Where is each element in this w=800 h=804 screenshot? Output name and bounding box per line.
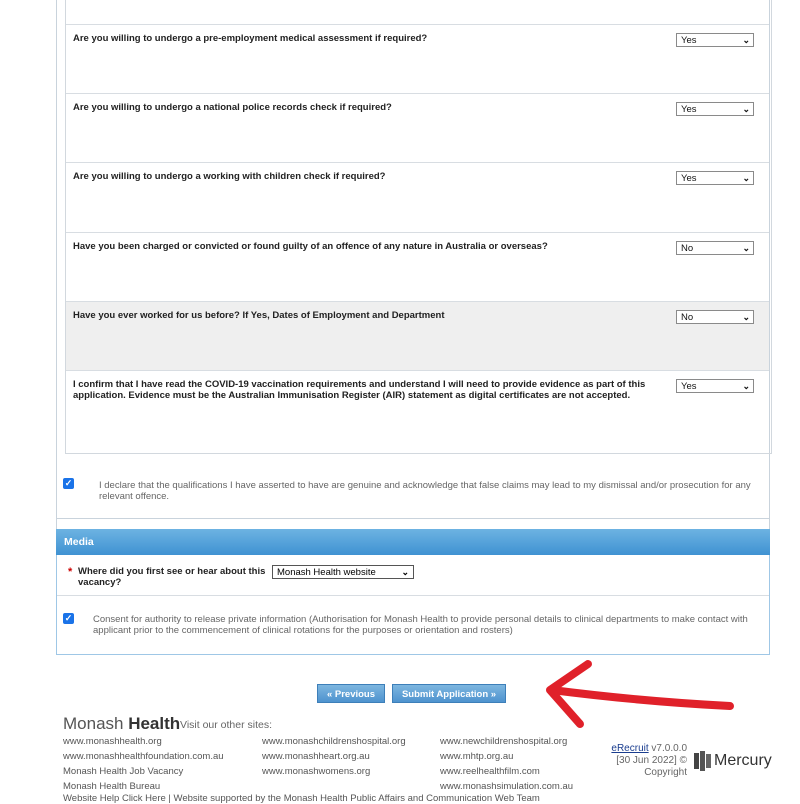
footer-link[interactable]: Monash Health Job Vacancy bbox=[63, 766, 183, 777]
erecruit-version-info: eRecruit v7.0.0.0 [30 Jun 2022] © Copyri… bbox=[607, 743, 687, 779]
chevron-down-icon: ⌄ bbox=[742, 173, 750, 183]
question-row: Are you willing to undergo a pre-employm… bbox=[66, 24, 769, 94]
answer-value: Yes bbox=[681, 381, 697, 392]
question-label: Are you willing to undergo a pre-employm… bbox=[73, 33, 428, 44]
consent-checkbox[interactable]: ✓ bbox=[63, 613, 74, 624]
media-source-select[interactable]: Monash Health website ⌄ bbox=[272, 565, 414, 579]
question-row: I confirm that I have read the COVID-19 … bbox=[66, 370, 769, 453]
footer-bottom-line: Website Help Click Here | Website suppor… bbox=[63, 793, 540, 804]
answer-value: No bbox=[681, 312, 694, 323]
footer-link[interactable]: www.monashchildrenshospital.org bbox=[262, 736, 406, 747]
required-marker: * bbox=[68, 566, 73, 578]
footer-link[interactable]: www.monashsimulation.com.au bbox=[440, 781, 573, 792]
media-source-value: Monash Health website bbox=[277, 567, 376, 578]
copyright-text: Copyright bbox=[644, 767, 687, 778]
chevron-down-icon: ⌄ bbox=[742, 312, 750, 322]
media-section-header: Media bbox=[56, 529, 770, 555]
answer-value: Yes bbox=[681, 104, 697, 115]
footer-link[interactable]: Monash Health Bureau bbox=[63, 781, 160, 792]
erecruit-link[interactable]: eRecruit bbox=[611, 743, 648, 754]
question-row: Are you willing to undergo a national po… bbox=[66, 93, 769, 163]
footer-link[interactable]: www.monashheart.org.au bbox=[262, 751, 370, 762]
question-label: Have you been charged or convicted or fo… bbox=[73, 241, 548, 252]
answer-select[interactable]: Yes ⌄ bbox=[676, 33, 754, 47]
erecruit-version: v7.0.0.0 bbox=[648, 743, 687, 754]
media-question-label: Where did you first see or hear about th… bbox=[78, 566, 266, 588]
footer-link[interactable]: www.monashhealth.org bbox=[63, 736, 162, 747]
question-label: Have you ever worked for us before? If Y… bbox=[73, 310, 445, 321]
answer-select[interactable]: Yes ⌄ bbox=[676, 379, 754, 393]
answer-value: Yes bbox=[681, 35, 697, 46]
declaration-checkbox[interactable]: ✓ bbox=[63, 478, 74, 489]
mercury-logo-text: Mercury bbox=[714, 752, 772, 769]
question-label: Are you willing to undergo a national po… bbox=[73, 102, 392, 113]
red-arrow-annotation bbox=[546, 660, 734, 728]
chevron-down-icon: ⌄ bbox=[742, 381, 750, 391]
question-row: Are you willing to undergo a working wit… bbox=[66, 162, 769, 233]
mercury-logo-icon bbox=[694, 751, 711, 771]
monash-health-logo: Monash Health bbox=[63, 714, 180, 734]
footer-link[interactable]: www.monashwomens.org bbox=[262, 766, 370, 777]
consent-text: Consent for authority to release private… bbox=[93, 614, 748, 636]
chevron-down-icon: ⌄ bbox=[742, 243, 750, 253]
section-divider bbox=[56, 518, 770, 519]
answer-select[interactable]: No ⌄ bbox=[676, 241, 754, 255]
declaration-text: I declare that the qualifications I have… bbox=[99, 480, 751, 502]
chevron-down-icon: ⌄ bbox=[742, 35, 750, 45]
chevron-down-icon: ⌄ bbox=[401, 567, 409, 577]
erecruit-line: eRecruit v7.0.0.0 bbox=[607, 743, 687, 755]
chevron-down-icon: ⌄ bbox=[742, 104, 750, 114]
previous-button[interactable]: « Previous bbox=[317, 684, 385, 703]
visit-other-sites-label: Visit our other sites: bbox=[180, 719, 273, 731]
answer-value: Yes bbox=[681, 173, 697, 184]
logo-text-light: Monash bbox=[63, 714, 129, 733]
footer-link[interactable]: www.mhtp.org.au bbox=[440, 751, 513, 762]
footer-link[interactable]: www.newchildrenshospital.org bbox=[440, 736, 567, 747]
answer-select[interactable]: Yes ⌄ bbox=[676, 102, 754, 116]
footer-link[interactable]: www.reelhealthfilm.com bbox=[440, 766, 540, 777]
media-divider bbox=[57, 595, 769, 596]
logo-text-bold: Health bbox=[128, 714, 181, 733]
footer-link[interactable]: www.monashhealthfoundation.com.au bbox=[63, 751, 224, 762]
question-label: I confirm that I have read the COVID-19 … bbox=[73, 379, 646, 401]
answer-select[interactable]: No ⌄ bbox=[676, 310, 754, 324]
question-row: Have you ever worked for us before? If Y… bbox=[66, 301, 769, 371]
answer-value: No bbox=[681, 243, 694, 254]
question-label: Are you willing to undergo a working wit… bbox=[73, 171, 386, 182]
submit-application-button[interactable]: Submit Application » bbox=[392, 684, 506, 703]
erecruit-date: [30 Jun 2022] © bbox=[616, 755, 687, 766]
question-row: Have you been charged or convicted or fo… bbox=[66, 232, 769, 302]
answer-select[interactable]: Yes ⌄ bbox=[676, 171, 754, 185]
